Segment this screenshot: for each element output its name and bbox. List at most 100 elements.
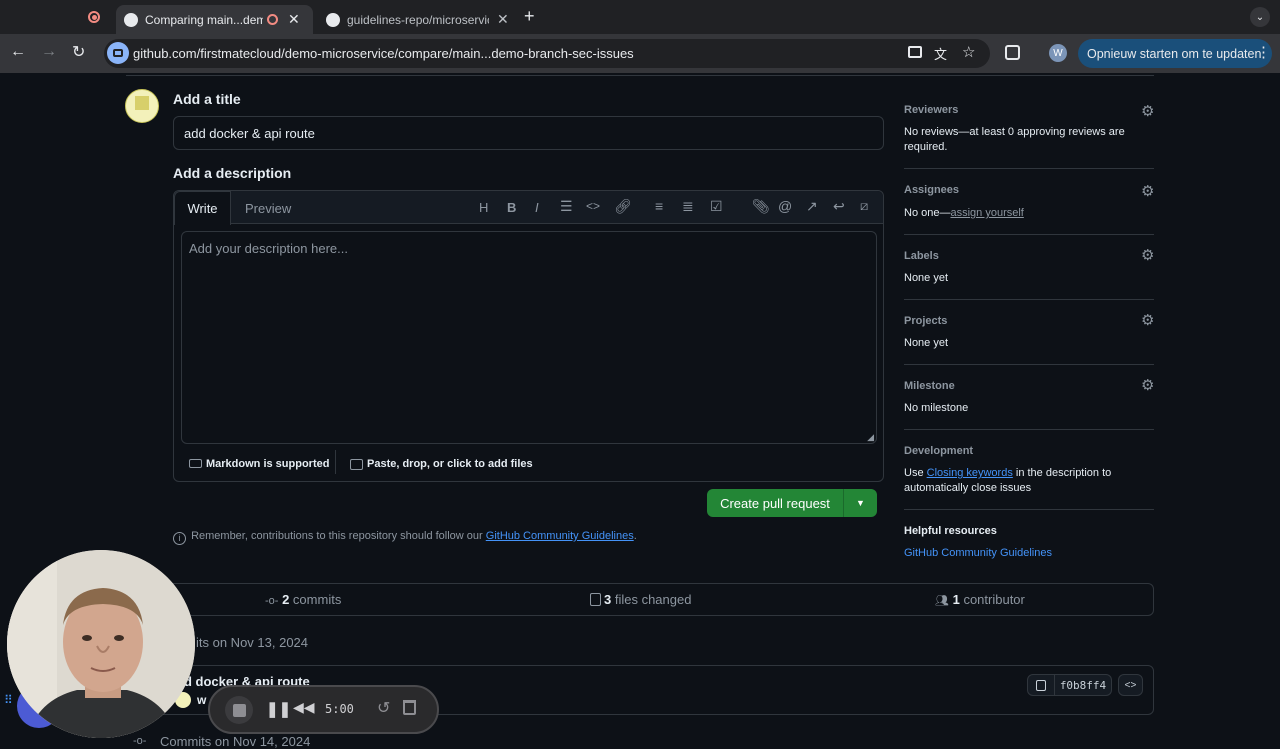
link-icon[interactable]: 🔗︎ — [614, 198, 632, 215]
restart-icon[interactable]: ↺ — [377, 698, 390, 718]
mention-icon[interactable]: @ — [778, 198, 792, 214]
reviewers-gear-icon[interactable]: ⚙ — [1141, 102, 1154, 120]
webcam-person-image — [7, 550, 195, 738]
menu-kebab-icon[interactable]: ⋮ — [1256, 43, 1271, 61]
stop-icon — [232, 703, 246, 717]
ordered-list-icon[interactable]: ≡ — [655, 198, 663, 214]
title-input[interactable]: add docker & api route — [173, 116, 884, 150]
file-diff-icon — [590, 593, 601, 606]
assignees-gear-icon[interactable]: ⚙ — [1141, 182, 1154, 200]
resize-handle-icon[interactable]: ◢ — [867, 432, 874, 443]
rewind-icon[interactable]: ◀◀ — [293, 699, 315, 716]
markdown-icon — [189, 459, 202, 468]
site-info-icon[interactable] — [107, 42, 129, 64]
heading-icon[interactable]: H — [479, 200, 488, 215]
commit-author[interactable]: w — [197, 693, 206, 707]
browser-tab-guidelines[interactable]: guidelines-repo/microservice ✕ — [318, 5, 518, 34]
quote-icon[interactable]: ☰ — [560, 198, 573, 215]
sidebar-divider — [904, 509, 1154, 510]
caret-down-icon: ▼ — [856, 498, 865, 508]
commit-sha[interactable]: f0b8ff4 — [1055, 674, 1112, 696]
description-placeholder: Add your description here... — [189, 241, 348, 256]
delete-icon[interactable] — [403, 700, 416, 715]
reviewers-title[interactable]: Reviewers — [904, 104, 958, 116]
contributors-stat[interactable]: 👥︎ 1 contributor — [935, 592, 1025, 607]
tab-write[interactable]: Write — [174, 191, 231, 225]
cross-reference-icon[interactable]: ↗ — [806, 198, 818, 215]
close-tab-icon[interactable]: ✕ — [497, 11, 509, 28]
recording-indicator-icon — [88, 11, 100, 23]
sidebar-divider — [904, 299, 1154, 300]
milestone-title[interactable]: Milestone — [904, 380, 955, 392]
extensions-icon[interactable] — [1005, 45, 1020, 60]
profile-avatar[interactable]: W — [1049, 44, 1067, 62]
files-stat[interactable]: 3 files changed — [590, 592, 691, 607]
slash-commands-icon[interactable]: ⧄ — [860, 198, 868, 214]
tab-preview[interactable]: Preview — [245, 201, 291, 216]
bookmark-star-icon[interactable]: ☆ — [962, 43, 975, 61]
translate-icon[interactable]: 文 — [934, 44, 947, 63]
description-textarea[interactable]: Add your description here... ◢ — [181, 231, 877, 444]
github-icon — [326, 12, 340, 27]
helpful-resources-title: Helpful resources — [904, 525, 997, 537]
assignees-value: No one—assign yourself — [904, 206, 1024, 221]
labels-title[interactable]: Labels — [904, 250, 939, 262]
commits-label: commits — [289, 592, 342, 607]
browser-tab-strip: Comparing main...demo-b ✕ guidelines-rep… — [0, 0, 1280, 34]
sidebar-divider — [904, 364, 1154, 365]
commits-stat[interactable]: -o- 2 commits — [265, 592, 341, 607]
address-bar[interactable]: github.com/firstmatecloud/demo-microserv… — [104, 39, 990, 68]
reviewers-value: No reviews—at least 0 approving reviews … — [904, 126, 1125, 153]
stop-recording-button[interactable] — [225, 696, 253, 724]
forward-icon[interactable]: → — [41, 43, 57, 61]
create-options-dropdown[interactable]: ▼ — [843, 489, 877, 517]
attach-icon[interactable]: 📎︎ — [752, 198, 770, 215]
saved-reply-icon[interactable]: ↩ — [833, 198, 845, 215]
drag-handle-icon[interactable]: ⠿ — [4, 694, 14, 711]
assignees-prefix: No one— — [904, 207, 951, 219]
contributors-count: 1 — [952, 592, 960, 607]
browser-tab-comparing[interactable]: Comparing main...demo-b ✕ — [116, 5, 313, 34]
top-border — [126, 73, 1154, 76]
sidebar-divider — [904, 168, 1154, 169]
helpful-guidelines-link[interactable]: GitHub Community Guidelines — [904, 547, 1052, 559]
commit-group-date-2: Commits on Nov 14, 2024 — [160, 734, 311, 749]
image-icon — [350, 459, 363, 470]
task-list-icon[interactable]: ☑ — [710, 198, 723, 215]
assign-yourself-link[interactable]: assign yourself — [950, 207, 1023, 219]
contribution-reminder: i Remember, contributions to this reposi… — [173, 530, 637, 545]
projects-title[interactable]: Projects — [904, 315, 947, 327]
back-icon[interactable]: ← — [10, 43, 26, 61]
create-pull-request-button[interactable]: Create pull request — [707, 489, 843, 517]
close-tab-icon[interactable]: ✕ — [288, 11, 300, 28]
browse-code-icon[interactable]: <> — [1118, 674, 1143, 696]
unordered-list-icon[interactable]: ≣ — [682, 198, 694, 215]
attach-note[interactable]: Paste, drop, or click to add files — [367, 458, 533, 470]
bold-icon[interactable]: B — [507, 200, 516, 215]
milestone-gear-icon[interactable]: ⚙ — [1141, 376, 1154, 394]
milestone-value: No milestone — [904, 402, 969, 414]
new-tab-icon[interactable]: + — [524, 6, 535, 27]
update-chrome-button[interactable]: Opnieuw starten om te updaten — [1078, 39, 1272, 68]
webcam-bubble — [7, 550, 195, 738]
create-button-label: Create pull request — [720, 495, 830, 511]
install-app-icon[interactable] — [908, 46, 922, 58]
github-icon — [124, 12, 138, 27]
code-icon[interactable]: <> — [586, 199, 600, 213]
assignees-title[interactable]: Assignees — [904, 184, 959, 196]
development-prefix: Use — [904, 467, 927, 479]
development-title: Development — [904, 445, 974, 457]
url-text[interactable]: github.com/firstmatecloud/demo-microserv… — [133, 46, 634, 61]
markdown-note[interactable]: Markdown is supported — [206, 458, 329, 470]
description-editor: Write Preview H B I ☰ <> 🔗︎ ≡ ≣ ☑ 📎︎ @ ↗… — [173, 190, 884, 482]
tab-search-icon[interactable]: ⌄ — [1250, 7, 1270, 27]
closing-keywords-link[interactable]: Closing keywords — [927, 467, 1013, 479]
reload-icon[interactable]: ↻ — [72, 42, 85, 62]
compare-stats-bar: -o- 2 commits 3 files changed 👥︎ 1 contr… — [126, 583, 1154, 616]
italic-icon[interactable]: I — [535, 200, 539, 215]
community-guidelines-link[interactable]: GitHub Community Guidelines — [486, 530, 634, 542]
copy-sha-button[interactable] — [1027, 674, 1055, 696]
projects-gear-icon[interactable]: ⚙ — [1141, 311, 1154, 329]
pause-icon[interactable]: ❚❚ — [266, 700, 291, 718]
labels-gear-icon[interactable]: ⚙ — [1141, 246, 1154, 264]
